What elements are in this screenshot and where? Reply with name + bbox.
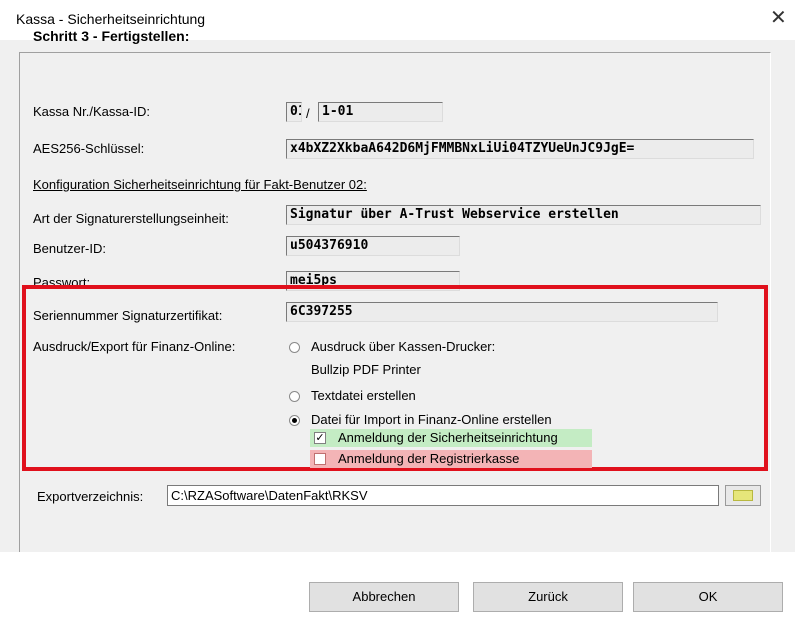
user-id-label: Benutzer-ID: (33, 241, 106, 256)
export-label: Ausdruck/Export für Finanz-Online: (33, 339, 236, 354)
printer-name: Bullzip PDF Printer (311, 362, 421, 377)
ok-button[interactable]: OK (633, 582, 783, 612)
user-id-field: u504376910 (286, 236, 460, 256)
kassa-id-field: 1-01 (318, 102, 443, 122)
step-heading: Schritt 3 - Fertigstellen: (33, 28, 190, 44)
radio-finanzonline-label[interactable]: Datei für Import in Finanz-Online erstel… (311, 412, 552, 427)
checkbox-sicherheitseinrichtung-label[interactable]: Anmeldung der Sicherheitseinrichtung (338, 430, 558, 445)
checkbox-row-sicherheitseinrichtung[interactable]: ✓ Anmeldung der Sicherheitseinrichtung (310, 429, 592, 447)
button-bar: Abbrechen Zurück OK (0, 552, 795, 639)
config-heading: Konfiguration Sicherheitseinrichtung für… (33, 177, 367, 192)
art-field: Signatur über A-Trust Webservice erstell… (286, 205, 761, 225)
checkbox-registrierkasse-label[interactable]: Anmeldung der Registrierkasse (338, 451, 519, 466)
export-dir-label: Exportverzeichnis: (37, 489, 144, 504)
art-label: Art der Signaturerstellungseinheit: (33, 211, 229, 226)
radio-textfile-button[interactable] (289, 391, 300, 402)
folder-icon (733, 490, 753, 501)
export-dir-input[interactable]: C:\RZASoftware\DatenFakt\RKSV (167, 485, 719, 506)
aes-key-field: x4bXZ2XkbaA642D6MjFMMBNxLiUi04TZYUeUnJC9… (286, 139, 754, 159)
aes-label: AES256-Schlüssel: (33, 141, 145, 156)
window-title: Kassa - Sicherheitseinrichtung (16, 11, 206, 27)
browse-folder-button[interactable] (725, 485, 761, 506)
kassa-label: Kassa Nr./Kassa-ID: (33, 104, 151, 119)
back-button[interactable]: Zurück (473, 582, 623, 612)
radio-finanzonline-button[interactable] (289, 415, 300, 426)
close-icon[interactable]: ✕ (770, 8, 787, 28)
radio-print-label[interactable]: Ausdruck über Kassen-Drucker: (311, 339, 495, 354)
cancel-button[interactable]: Abbrechen (309, 582, 459, 612)
checkbox-row-registrierkasse[interactable]: Anmeldung der Registrierkasse (310, 450, 592, 468)
kassa-nr-field: 01 (286, 102, 302, 122)
radio-print-button[interactable] (289, 342, 300, 353)
radio-textfile-label[interactable]: Textdatei erstellen (311, 388, 416, 403)
kassa-separator: / (306, 106, 310, 121)
checkbox-registrierkasse[interactable] (314, 453, 326, 465)
checkbox-sicherheitseinrichtung[interactable]: ✓ (314, 432, 326, 444)
